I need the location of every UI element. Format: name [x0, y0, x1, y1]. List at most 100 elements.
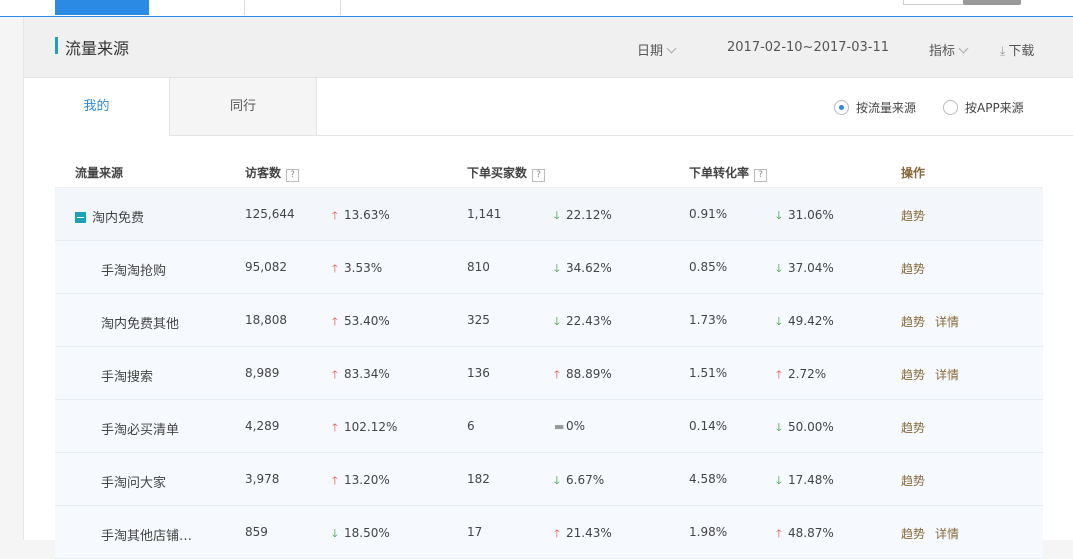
download-button[interactable]: ⤓ 下载: [1000, 40, 1034, 59]
up-arrow-icon: 🡑: [332, 315, 338, 328]
metric-dropdown[interactable]: 指标: [929, 40, 969, 59]
radio-by-app[interactable]: 按APP来源: [943, 99, 1024, 116]
conversion-change-value: 50.00%: [788, 420, 834, 434]
traffic-source-panel: 流量来源 日期 2017-02-10~2017-03-11 指标 ⤓ 下载 我的 …: [23, 17, 1073, 559]
chevron-down-icon: [666, 43, 677, 54]
header-buyers: 下单买家数: [467, 166, 528, 180]
conversion-change: 🡓 17.48%: [776, 472, 834, 491]
top-tab-active[interactable]: [55, 0, 149, 15]
source-name: 淘内免费: [92, 211, 145, 226]
title-accent-bar: [55, 37, 58, 54]
buyers-change-value: 34.62%: [566, 261, 612, 275]
visitors-value: 4,289: [245, 419, 280, 433]
visitors-change: 🡑 3.53%: [332, 260, 382, 279]
visitors-change-value: 3.53%: [344, 261, 383, 275]
row-source: 手淘其他店铺…: [101, 525, 192, 544]
row-source[interactable]: 淘内免费: [75, 207, 144, 226]
buyers-change: 🡓 6.67%: [554, 472, 604, 491]
up-arrow-icon: 🡑: [554, 368, 560, 381]
conversion-change: 🡑 2.72%: [776, 366, 826, 385]
source-name: 手淘淘抢购: [101, 264, 167, 279]
trend-link[interactable]: 趋势: [901, 313, 925, 330]
tab-peer[interactable]: 同行: [170, 78, 317, 135]
down-arrow-icon: 🡓: [554, 262, 560, 275]
help-icon[interactable]: ?: [286, 169, 300, 182]
top-search-button[interactable]: [963, 0, 1021, 5]
radio-by-app-label: 按APP来源: [965, 101, 1024, 115]
conversion-value: 0.85%: [689, 260, 728, 274]
top-tab-strip: [0, 0, 1073, 17]
table-row: 手淘淘抢购 95,082 🡑 3.53% 810 🡓 34.62% 0.85% 🡓 37.04% 趋…: [55, 241, 1043, 294]
top-tab-2[interactable]: [149, 0, 245, 15]
top-tab-3[interactable]: [244, 0, 341, 15]
visitors-change: 🡑 13.63%: [332, 207, 390, 226]
buyers-change: 🡓 22.43%: [554, 313, 612, 332]
collapse-icon[interactable]: [75, 212, 86, 223]
up-arrow-icon: 🡑: [332, 368, 338, 381]
buyers-change-value: 88.89%: [566, 367, 612, 381]
help-icon[interactable]: ?: [754, 169, 768, 182]
conversion-value: 1.98%: [689, 525, 728, 539]
visitors-value: 18,808: [245, 313, 287, 327]
detail-link[interactable]: 详情: [935, 313, 959, 330]
up-arrow-icon: 🡑: [332, 474, 338, 487]
buyers-change: 🡑 21.43%: [554, 525, 612, 544]
visitors-change: 🡑 53.40%: [332, 313, 390, 332]
conversion-value: 1.51%: [689, 366, 728, 380]
source-name: 手淘问大家: [101, 476, 167, 491]
visitors-change: 🡑 102.12%: [332, 419, 397, 438]
visitors-change: 🡑 13.20%: [332, 472, 390, 491]
row-source: 手淘必买清单: [101, 419, 179, 438]
radio-by-traffic[interactable]: 按流量来源: [834, 99, 916, 116]
radio-by-traffic-label: 按流量来源: [856, 101, 917, 115]
detail-link[interactable]: 详情: [935, 366, 959, 383]
conversion-change: 🡓 50.00%: [776, 419, 834, 438]
radio-unchecked-icon: [943, 100, 958, 115]
visitors-change: 🡑 83.34%: [332, 366, 390, 385]
trend-link[interactable]: 趋势: [901, 260, 925, 277]
conversion-change: 🡓 31.06%: [776, 207, 834, 226]
trend-link[interactable]: 趋势: [901, 525, 925, 542]
buyers-change: ▬ 0%: [554, 419, 585, 433]
trend-link[interactable]: 趋势: [901, 419, 925, 436]
buyers-change: 🡓 22.12%: [554, 207, 612, 226]
visitors-change-value: 13.63%: [344, 208, 390, 222]
conversion-value: 0.91%: [689, 207, 728, 221]
down-arrow-icon: 🡓: [332, 527, 338, 540]
up-arrow-icon: 🡑: [776, 527, 782, 540]
row-source: 淘内免费其他: [101, 313, 179, 332]
down-arrow-icon: 🡓: [776, 209, 782, 222]
conversion-value: 1.73%: [689, 313, 728, 327]
down-arrow-icon: 🡓: [554, 209, 560, 222]
header-conversion: 下单转化率: [689, 166, 750, 180]
trend-link[interactable]: 趋势: [901, 207, 925, 224]
buyers-change-value: 22.43%: [566, 314, 612, 328]
down-arrow-icon: 🡓: [554, 474, 560, 487]
trend-link[interactable]: 趋势: [901, 366, 925, 383]
help-icon[interactable]: ?: [532, 169, 546, 182]
buyers-change-value: 21.43%: [566, 526, 612, 540]
trend-link[interactable]: 趋势: [901, 472, 925, 489]
traffic-table: 流量来源 访客数? 下单买家数? 下单转化率? 操作 淘内免费 125,644 🡑 1…: [55, 153, 1043, 559]
source-name: 手淘搜索: [101, 370, 154, 385]
tab-mine[interactable]: 我的: [24, 78, 170, 136]
up-arrow-icon: 🡑: [554, 527, 560, 540]
visitors-change-value: 18.50%: [344, 526, 390, 540]
conversion-change: 🡑 48.87%: [776, 525, 834, 544]
download-icon: ⤓: [1000, 44, 1006, 58]
date-label: 日期: [637, 44, 664, 59]
radio-checked-icon: [834, 100, 849, 115]
top-search-input[interactable]: [903, 0, 965, 5]
conversion-change-value: 31.06%: [788, 208, 834, 222]
visitors-change-value: 102.12%: [344, 420, 398, 434]
date-dropdown[interactable]: 日期: [637, 40, 677, 59]
visitors-value: 859: [245, 525, 268, 539]
date-range[interactable]: 2017-02-10~2017-03-11: [727, 40, 889, 55]
conversion-change: 🡓 49.42%: [776, 313, 834, 332]
buyers-change-value: 6.67%: [566, 473, 605, 487]
detail-link[interactable]: 详情: [935, 525, 959, 542]
down-arrow-icon: 🡓: [776, 262, 782, 275]
visitors-value: 125,644: [245, 207, 295, 221]
visitors-value: 95,082: [245, 260, 287, 274]
flat-arrow-icon: ▬: [554, 420, 565, 433]
